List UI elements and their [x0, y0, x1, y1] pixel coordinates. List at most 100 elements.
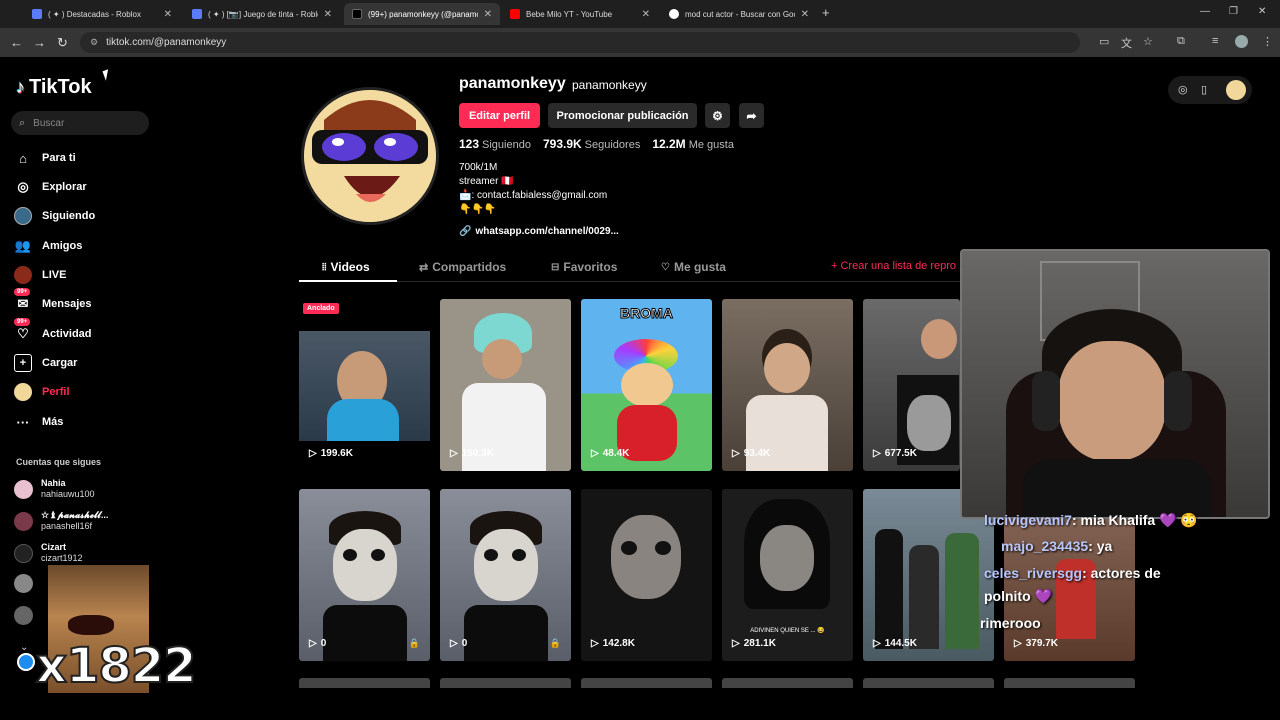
compass-small-icon[interactable]: ◎ [1178, 83, 1188, 96]
url-text: tiktok.com/@panamonkeyy [106, 37, 227, 48]
play-icon: ▷ [591, 638, 599, 649]
settings-button[interactable]: ⚙ [705, 103, 730, 128]
sidebar-item-live[interactable]: LIVE [14, 264, 66, 286]
video-thumbnail-partial[interactable] [581, 678, 712, 688]
video-views: ▷ 0 [309, 638, 326, 649]
tiktok-logo[interactable]: ♪ TikTok [16, 76, 92, 99]
video-thumbnail[interactable]: ▷ 0 🔒 [440, 489, 571, 661]
video-thumbnail-partial[interactable] [722, 678, 853, 688]
video-caption: ADIVINEN QUIEN SE ... 😂 [750, 628, 825, 634]
extensions-icon[interactable]: ⧉ [1177, 35, 1185, 48]
chevron-down-icon[interactable]: ⌄ [20, 642, 28, 653]
webcam-face [1058, 341, 1166, 461]
sidebar-item-cargar[interactable]: + Cargar [14, 352, 77, 374]
tab-label: ( ✦ ) [📷] Juego de tinta - Roblox [208, 9, 318, 19]
cast-icon[interactable]: ▭ [1099, 35, 1109, 48]
browser-tab[interactable]: mod cut actor - Buscar con Google ✕ [661, 3, 817, 25]
close-icon[interactable]: ✕ [484, 9, 492, 20]
video-thumbnail[interactable]: ▷ 142.8K [581, 489, 712, 661]
following-account[interactable]: ☆♝𝓹𝓪𝓷𝓪𝓼𝓱𝓮𝓵𝓵... panashell16f [14, 510, 108, 532]
profile-avatar[interactable] [301, 87, 439, 225]
video-thumbnail[interactable]: Anclado ▷ 199.6K [299, 299, 430, 471]
browser-tab[interactable]: ( ✦ ) [📷] Juego de tinta - Roblox ✕ [184, 3, 340, 25]
tab-compartidos[interactable]: ⇄ Compartidos [419, 260, 506, 274]
stat-value: 123 [459, 137, 480, 151]
browser-tab[interactable]: ( ✦ ) Destacadas - Roblox ✕ [24, 3, 180, 25]
close-icon[interactable]: ✕ [324, 9, 332, 20]
following-account[interactable]: Cizart cizart1912 [14, 542, 83, 564]
url-bar[interactable]: ⚙ tiktok.com/@panamonkeyy [80, 32, 1080, 53]
following-account[interactable] [14, 574, 33, 593]
sidebar-item-perfil[interactable]: Perfil [14, 381, 70, 403]
tab-favoritos[interactable]: ⊟ Favoritos [551, 260, 617, 274]
sidebar-item-label: Explorar [42, 181, 87, 193]
video-thumbnail[interactable]: BROMA ▷ 48.4K [581, 299, 712, 471]
friends-icon: 👥 [14, 238, 32, 253]
video-thumbnail[interactable]: ▷ 0 🔒 [299, 489, 430, 661]
minimize-icon[interactable]: — [1200, 6, 1210, 17]
create-playlist-button[interactable]: + Crear una lista de repro [831, 260, 956, 272]
avatar [14, 479, 33, 499]
tiktok-icon [352, 9, 362, 19]
play-icon: ▷ [1014, 638, 1022, 649]
video-thumbnail[interactable]: ADIVINEN QUIEN SE ... 😂 ▷ 281.1K [722, 489, 853, 661]
profile-icon [14, 383, 32, 401]
following-account[interactable]: Nahia nahiauwu100 [14, 478, 95, 500]
monkey-avatar-illustration [304, 90, 436, 222]
sidebar-item-para-ti[interactable]: ⌂ Para ti [14, 147, 76, 169]
close-icon[interactable]: ✕ [164, 9, 172, 20]
browser-tab[interactable]: Bebe Milo YT - YouTube ✕ [502, 3, 658, 25]
user-avatar[interactable] [1226, 80, 1246, 100]
close-icon[interactable]: ✕ [801, 9, 809, 20]
new-tab-icon[interactable]: + [822, 5, 830, 20]
video-skull-face [474, 529, 538, 601]
video-thumbnail-partial[interactable] [440, 678, 571, 688]
more-icon: ··· [16, 414, 30, 430]
tab-me-gusta[interactable]: ♡ Me gusta [661, 260, 726, 274]
address-bar-row: ← → ↻ ⚙ tiktok.com/@panamonkeyy ▭ 文 ☆ ⧉ … [0, 28, 1280, 57]
reading-list-icon[interactable]: ≡ [1212, 35, 1218, 47]
sidebar-item-mas[interactable]: ··· Más [14, 411, 64, 433]
video-thumbnail-partial[interactable] [1004, 678, 1135, 688]
back-icon[interactable]: ← [10, 35, 23, 50]
google-icon [669, 9, 679, 19]
sidebar-item-actividad[interactable]: ♡ 99+ Actividad [14, 318, 92, 345]
sidebar-item-siguiendo[interactable]: Siguiendo [14, 205, 95, 227]
profile-link[interactable]: 🔗 whatsapp.com/channel/0029... [459, 226, 619, 237]
sidebar-item-amigos[interactable]: 👥 Amigos [14, 235, 82, 257]
view-count: 677.5K [884, 448, 917, 459]
bookmark-icon: ⊟ [551, 261, 560, 273]
menu-icon[interactable]: ⋮ [1262, 35, 1273, 48]
activity-badge: 99+ [14, 318, 31, 326]
video-thumbnail-partial[interactable] [863, 678, 994, 688]
share-button[interactable]: ➦ [739, 103, 764, 128]
video-thumbnail[interactable]: ▷ 677.5K [863, 299, 960, 471]
forward-icon[interactable]: → [33, 35, 46, 50]
promote-post-button[interactable]: Promocionar publicación [548, 103, 697, 128]
maximize-icon[interactable]: ❐ [1229, 6, 1238, 17]
edit-profile-button[interactable]: Editar perfil [459, 103, 540, 128]
browser-profile-avatar[interactable] [1235, 35, 1248, 48]
following-account[interactable] [14, 606, 33, 625]
window-close-icon[interactable]: ✕ [1258, 6, 1266, 17]
account-handle: cizart1912 [41, 553, 83, 563]
sidebar-item-mensajes[interactable]: ✉ 99+ Mensajes [14, 288, 92, 315]
video-thumbnail[interactable]: ▷ 93.4K [722, 299, 853, 471]
stat-following[interactable]: 123 Siguiendo [459, 137, 531, 151]
sidebar-item-explorar[interactable]: ◎ Explorar [14, 176, 87, 198]
video-thumbnail-partial[interactable] [299, 678, 430, 688]
bio-line: 700k/1M [459, 162, 498, 173]
browser-tab-active[interactable]: (99+) panamonkeyy (@panamonkeyy) ✕ [344, 3, 500, 25]
close-icon[interactable]: ✕ [642, 9, 650, 20]
bookmark-star-icon[interactable]: ☆ [1143, 35, 1153, 48]
stat-label: Me gusta [688, 139, 734, 151]
device-icon[interactable]: ▯ [1201, 83, 1207, 96]
search-input[interactable]: ⌕ Buscar [11, 111, 149, 135]
tab-videos[interactable]: ⦙⦙ Videos [322, 260, 370, 274]
stat-followers[interactable]: 793.9K Seguidores [543, 137, 640, 151]
site-info-icon[interactable]: ⚙ [90, 37, 98, 48]
messages-icon: ✉ 99+ [14, 288, 32, 313]
video-thumbnail[interactable]: ▷ 150.3K [440, 299, 571, 471]
translate-icon[interactable]: 文 [1121, 35, 1132, 51]
reload-icon[interactable]: ↻ [57, 35, 68, 51]
